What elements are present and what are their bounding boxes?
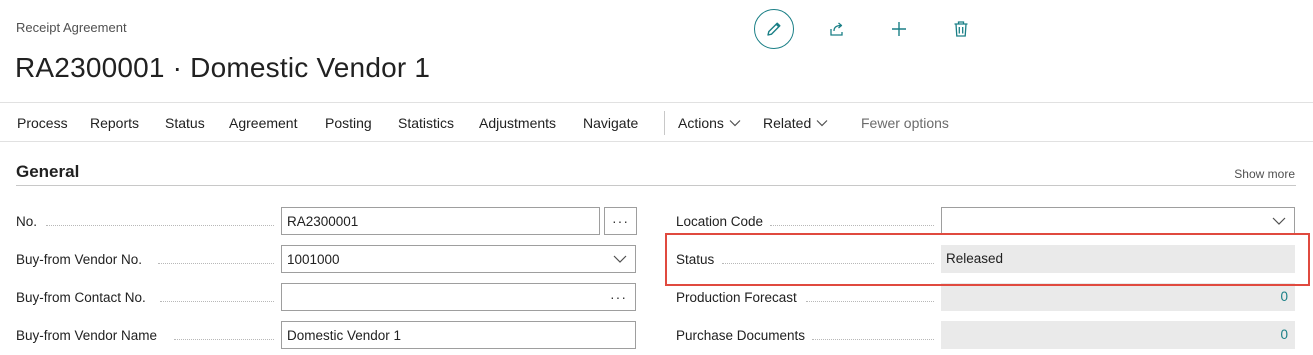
related-menu[interactable]: Related: [763, 115, 828, 131]
actions-label: Actions: [678, 115, 724, 131]
page-title: RA2300001 · Domestic Vendor 1: [15, 52, 431, 83]
ellipsis-icon[interactable]: ···: [610, 289, 627, 305]
no-label: No.: [16, 214, 38, 229]
contact-no-field[interactable]: ···: [281, 283, 636, 311]
share-icon: [830, 22, 843, 36]
delete-button[interactable]: [940, 8, 982, 50]
location-code-dropdown[interactable]: [941, 207, 1295, 235]
action-navigate[interactable]: Navigate: [583, 115, 638, 131]
location-code-label: Location Code: [676, 214, 764, 229]
vendor-no-value: 1001000: [287, 252, 340, 267]
vendor-no-dropdown[interactable]: 1001000: [281, 245, 636, 273]
breadcrumb: Receipt Agreement: [16, 20, 127, 35]
action-separator: [664, 111, 665, 135]
purchase-documents-value[interactable]: 0: [941, 321, 1295, 349]
dot-leader: [158, 263, 274, 264]
new-button[interactable]: [878, 8, 920, 50]
action-posting[interactable]: Posting: [325, 115, 372, 131]
vendor-name-field[interactable]: Domestic Vendor 1: [281, 321, 636, 349]
status-highlight-box: [665, 233, 1310, 286]
action-agreement[interactable]: Agreement: [229, 115, 297, 131]
show-more-link[interactable]: Show more: [1234, 167, 1295, 181]
chevron-down-icon: [729, 120, 741, 127]
dot-leader: [812, 339, 934, 340]
contact-no-label: Buy-from Contact No.: [16, 290, 146, 305]
share-button[interactable]: [816, 8, 858, 50]
dot-leader: [770, 225, 934, 226]
vendor-no-label: Buy-from Vendor No.: [16, 252, 143, 267]
production-forecast-label: Production Forecast: [676, 290, 797, 305]
vendor-name-label: Buy-from Vendor Name: [16, 328, 158, 343]
ellipsis-icon: ···: [612, 213, 629, 229]
chevron-down-icon: [816, 120, 828, 127]
dot-leader: [160, 301, 274, 302]
purchase-documents-label: Purchase Documents: [676, 328, 806, 343]
action-statistics[interactable]: Statistics: [398, 115, 454, 131]
dot-leader: [806, 301, 934, 302]
section-divider: [16, 185, 1296, 186]
fewer-options-button[interactable]: Fewer options: [861, 115, 949, 131]
action-status[interactable]: Status: [165, 115, 205, 131]
no-lookup-button[interactable]: ···: [604, 207, 637, 235]
dot-leader: [174, 339, 274, 340]
action-adjustments[interactable]: Adjustments: [479, 115, 556, 131]
action-reports[interactable]: Reports: [90, 115, 139, 131]
plus-icon: [892, 22, 906, 36]
edit-icon: [767, 22, 781, 36]
edit-button[interactable]: [754, 9, 794, 49]
action-process[interactable]: Process: [17, 115, 68, 131]
actions-menu[interactable]: Actions: [678, 115, 741, 131]
section-title[interactable]: General: [16, 162, 79, 182]
action-bar: Process Reports Status Agreement Posting…: [0, 102, 1313, 142]
trash-icon: [954, 21, 968, 37]
no-field[interactable]: RA2300001: [281, 207, 600, 235]
production-forecast-value[interactable]: 0: [941, 283, 1295, 311]
related-label: Related: [763, 115, 812, 131]
chevron-down-icon: [1272, 217, 1286, 225]
chevron-down-icon: [613, 255, 627, 263]
dot-leader: [46, 225, 274, 226]
